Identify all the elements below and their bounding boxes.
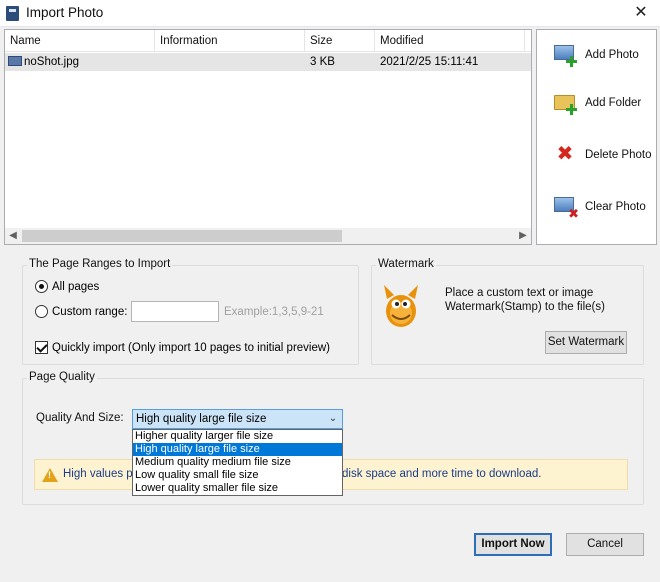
column-header-information[interactable]: Information	[155, 30, 305, 52]
add-photo-label: Add Photo	[585, 49, 639, 61]
quality-option[interactable]: Low quality small file size	[133, 469, 342, 482]
warning-text-left: High values pr	[63, 468, 137, 480]
page-ranges-title: The Page Ranges to Import	[27, 258, 173, 270]
checkbox-checked-icon	[35, 341, 48, 354]
scroll-thumb[interactable]	[22, 230, 342, 242]
quality-option[interactable]: Lower quality smaller file size	[133, 482, 342, 495]
watermark-description: Place a custom text or image Watermark(S…	[445, 286, 605, 314]
column-header-extra[interactable]: I	[525, 30, 531, 52]
title-bar: Import Photo ✕	[0, 0, 660, 27]
gimp-icon	[384, 285, 418, 327]
custom-range-label: Custom range:	[52, 305, 128, 318]
row-size-cell: 3 KB	[310, 56, 335, 68]
radio-unchecked-icon	[35, 305, 48, 318]
add-photo-icon	[553, 42, 579, 68]
quality-size-label: Quality And Size:	[36, 412, 124, 424]
quality-option[interactable]: Higher quality larger file size	[133, 430, 342, 443]
chevron-down-icon[interactable]: ⌄	[326, 410, 340, 428]
watermark-desc-line1: Place a custom text or image	[445, 287, 594, 299]
page-quality-title: Page Quality	[27, 371, 97, 383]
image-file-icon	[8, 56, 22, 66]
quality-select-value: High quality large file size	[136, 413, 267, 425]
app-icon	[6, 6, 19, 21]
set-watermark-button[interactable]: Set Watermark	[545, 331, 627, 354]
watermark-desc-line2: Watermark(Stamp) to the file(s)	[445, 301, 605, 313]
clear-photo-label: Clear Photo	[585, 201, 646, 213]
quality-option-selected[interactable]: High quality large file size	[133, 443, 342, 456]
column-header-size[interactable]: Size	[305, 30, 375, 52]
quality-option[interactable]: Medium quality medium file size	[133, 456, 342, 469]
all-pages-radio[interactable]: All pages	[35, 280, 99, 293]
column-header-modified[interactable]: Modified	[375, 30, 525, 52]
delete-photo-button[interactable]: ✖ Delete Photo	[553, 142, 653, 168]
add-folder-icon	[553, 90, 579, 116]
column-header-name[interactable]: Name	[5, 30, 155, 52]
close-icon[interactable]: ✕	[630, 2, 652, 24]
example-hint: Example:1,3,5,9-21	[224, 306, 324, 318]
add-photo-button[interactable]: Add Photo	[553, 42, 653, 68]
warning-icon	[42, 468, 58, 482]
action-panel: Add Photo Add Folder ✖ Delete Photo ✖ Cl…	[536, 29, 657, 245]
custom-range-radio[interactable]: Custom range:	[35, 305, 127, 318]
import-now-button[interactable]: Import Now	[474, 533, 552, 556]
delete-icon: ✖	[556, 143, 574, 165]
row-name-cell: noShot.jpg	[5, 53, 155, 71]
add-folder-label: Add Folder	[585, 97, 642, 109]
table-row[interactable]: noShot.jpg 3 KB 2021/2/25 15:11:41	[5, 53, 531, 71]
clear-photo-button[interactable]: ✖ Clear Photo	[553, 194, 653, 220]
quality-select[interactable]: High quality large file size ⌄	[132, 409, 343, 429]
window-title: Import Photo	[26, 5, 104, 20]
file-name: noShot.jpg	[24, 56, 79, 68]
warning-text-right: disk space and more time to download.	[342, 468, 542, 480]
add-folder-button[interactable]: Add Folder	[553, 90, 653, 116]
row-information-cell	[155, 53, 305, 71]
radio-checked-icon	[35, 280, 48, 293]
quality-dropdown-list[interactable]: Higher quality larger file size High qua…	[132, 429, 343, 496]
cancel-button[interactable]: Cancel	[566, 533, 644, 556]
delete-photo-label: Delete Photo	[585, 149, 652, 161]
horizontal-scrollbar[interactable]: ◀ ▶	[5, 228, 531, 244]
row-modified-cell: 2021/2/25 15:11:41	[380, 56, 479, 68]
watermark-title: Watermark	[376, 258, 436, 270]
quickly-import-checkbox[interactable]: Quickly import (Only import 10 pages to …	[35, 341, 330, 354]
all-pages-label: All pages	[52, 280, 100, 293]
clear-photo-icon: ✖	[553, 194, 579, 220]
list-header: Name Information Size Modified I	[5, 30, 531, 52]
file-list[interactable]: Name Information Size Modified I noShot.…	[4, 29, 532, 245]
quickly-import-label: Quickly import (Only import 10 pages to …	[52, 341, 331, 354]
scroll-left-icon[interactable]: ◀	[5, 228, 21, 244]
scroll-right-icon[interactable]: ▶	[515, 228, 531, 244]
custom-range-input[interactable]	[131, 301, 219, 322]
